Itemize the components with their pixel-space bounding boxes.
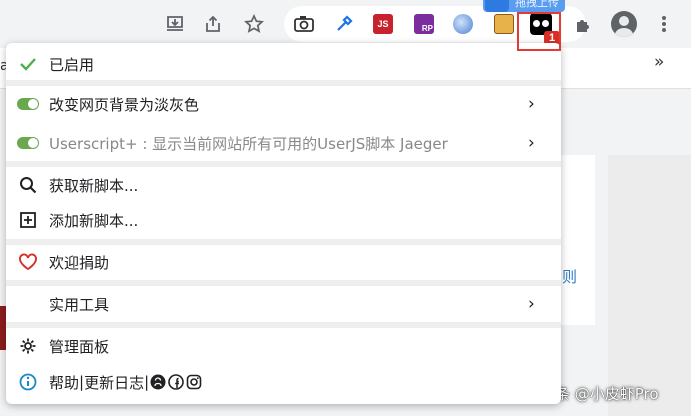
- gear-icon: [17, 336, 39, 356]
- menu-item-script-bg-gray[interactable]: 改变网页背景为淡灰色 ›: [6, 87, 561, 121]
- menu-item-script-userscript-plus[interactable]: Userscript+ : 显示当前网站所有可用的UserJS脚本 Jaeger…: [6, 126, 561, 160]
- eyedropper-icon[interactable]: [330, 10, 358, 38]
- script-label: 改变网页背景为淡灰色: [49, 95, 200, 114]
- globe-extension-icon[interactable]: [449, 10, 477, 38]
- add-script-label: 添加新脚本...: [49, 211, 139, 230]
- menu-item-donate[interactable]: 欢迎捐助: [6, 245, 561, 279]
- upload-tag[interactable]: 拖拽上传: [483, 0, 565, 12]
- menu-item-add-script[interactable]: 添加新脚本...: [6, 203, 561, 237]
- find-scripts-label: 获取新脚本...: [49, 176, 139, 195]
- github-icon[interactable]: [150, 374, 166, 390]
- checkmark-icon: [17, 54, 39, 74]
- highlight-box: [517, 12, 561, 51]
- toggle-on-icon[interactable]: [17, 94, 39, 114]
- share-icon[interactable]: [199, 10, 227, 38]
- camera-icon[interactable]: [290, 10, 318, 38]
- upload-tag-icon: [485, 0, 509, 12]
- rp-extension-icon[interactable]: RP: [410, 10, 438, 38]
- dashboard-label: 管理面板: [49, 337, 110, 356]
- menu-item-find-scripts[interactable]: 获取新脚本...: [6, 168, 561, 202]
- changelog-link[interactable]: 更新日志: [84, 372, 144, 393]
- utilities-label: 实用工具: [49, 295, 110, 314]
- js-extension-icon[interactable]: JS: [369, 10, 397, 38]
- menu-item-utilities[interactable]: 实用工具 ›: [6, 287, 561, 321]
- menu-item-dashboard[interactable]: 管理面板: [6, 329, 561, 363]
- script-label: Userscript+ : 显示当前网站所有可用的UserJS脚本 Jaeger: [49, 134, 448, 153]
- help-link[interactable]: 帮助: [49, 372, 79, 393]
- chevron-right-icon: ›: [528, 294, 535, 314]
- puzzle-icon[interactable]: [570, 10, 598, 38]
- donate-label: 欢迎捐助: [49, 253, 110, 272]
- more-vert-icon[interactable]: [650, 10, 678, 38]
- menu-item-enabled[interactable]: 已启用: [6, 47, 561, 81]
- upload-tag-text: 拖拽上传: [515, 0, 559, 9]
- menu-divider: [6, 161, 561, 167]
- bookmarks-overflow-chevron[interactable]: »: [654, 52, 664, 72]
- rp-extension-label: RP: [414, 14, 434, 34]
- instagram-icon[interactable]: [186, 374, 202, 390]
- heart-icon: [17, 252, 39, 272]
- plus-box-icon: [17, 210, 39, 230]
- page-right-panel: [608, 155, 691, 416]
- page-card: [560, 155, 595, 325]
- js-extension-label: JS: [373, 14, 393, 34]
- menu-divider: [6, 322, 561, 328]
- bag-extension-icon[interactable]: [490, 10, 518, 38]
- toggle-on-icon[interactable]: [17, 133, 39, 153]
- page-link-fragment[interactable]: 则: [562, 266, 577, 287]
- tampermonkey-menu: 已启用 改变网页背景为淡灰色 › Userscript+ : 显示当前网站所有可…: [6, 43, 561, 404]
- chevron-right-icon: ›: [528, 94, 535, 114]
- help-line: 帮助 | 更新日志 |: [49, 372, 203, 393]
- help-divider: |: [144, 373, 150, 391]
- enabled-label: 已启用: [49, 55, 95, 74]
- menu-divider: [6, 80, 561, 86]
- star-icon[interactable]: [240, 10, 268, 38]
- browser-toolbar: JS RP 1 拖拽上传: [0, 0, 691, 51]
- facebook-icon[interactable]: [168, 374, 184, 390]
- avatar-icon[interactable]: [610, 10, 638, 38]
- info-icon: [17, 372, 39, 392]
- menu-item-help: 帮助 | 更新日志 |: [6, 365, 561, 399]
- download-icon[interactable]: [161, 10, 189, 38]
- chevron-right-icon: ›: [528, 133, 535, 153]
- search-icon: [17, 175, 39, 195]
- menu-divider: [6, 280, 561, 286]
